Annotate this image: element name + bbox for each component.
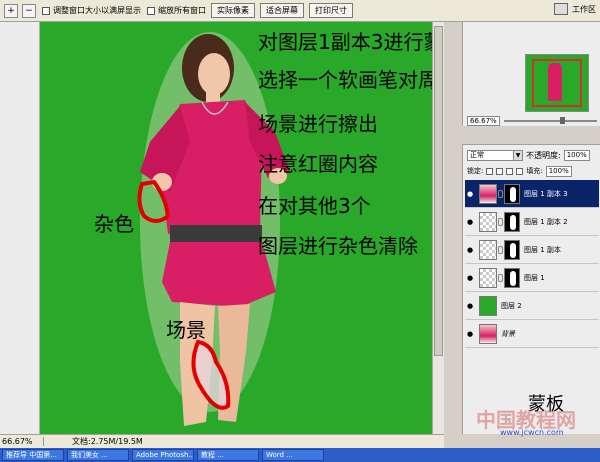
layer-mask-thumbnail[interactable]: [504, 239, 520, 260]
chevron-down-icon[interactable]: ▼: [513, 150, 522, 160]
vertical-scrollbar[interactable]: [432, 22, 444, 434]
zoom-all-windows-label: 缩放所有窗口: [158, 6, 206, 15]
scene-label: 场景: [166, 318, 206, 342]
layer-name[interactable]: 背景: [501, 329, 515, 339]
zoom-slider[interactable]: [503, 116, 597, 124]
navigator-zoom-row: 66.67%: [467, 115, 597, 126]
layer-thumbnail[interactable]: [479, 295, 497, 316]
print-size-button[interactable]: 打印尺寸: [309, 3, 353, 18]
thumbnail-figure: [548, 63, 562, 101]
resize-windows-checkbox[interactable]: 调整窗口大小以满屏显示: [42, 5, 141, 16]
lock-transparency-icon[interactable]: [486, 167, 494, 175]
checkbox-box[interactable]: [42, 6, 50, 15]
layer-mask-thumbnail[interactable]: [504, 211, 520, 232]
taskbar-item[interactable]: 推荐导 中国第...: [2, 449, 64, 461]
layers-blend-row: 正常 ▼ 不透明度: 100%: [467, 149, 599, 161]
workspace-menu[interactable]: 工作区: [572, 4, 596, 15]
layer-thumbnail[interactable]: [479, 183, 497, 204]
resize-windows-label: 调整窗口大小以满屏显示: [53, 6, 141, 15]
actual-pixels-button[interactable]: 实际像素: [211, 3, 255, 18]
eye-icon[interactable]: ●: [465, 302, 475, 310]
layer-name[interactable]: 图层 2: [501, 301, 522, 311]
watermark-url: www.jcwcn.com: [500, 428, 564, 437]
taskbar-item[interactable]: Adobe Photosh...: [132, 449, 194, 461]
lock-all-icon[interactable]: [516, 167, 524, 175]
zoom-all-windows-checkbox[interactable]: 缩放所有窗口: [147, 5, 206, 16]
toolbox: [0, 22, 40, 434]
document-size[interactable]: 文档:2.75M/19.5M: [72, 436, 143, 447]
eye-icon[interactable]: ●: [465, 190, 475, 198]
link-icon[interactable]: [498, 245, 503, 254]
layer-row[interactable]: ● 图层 1 副本 3: [465, 180, 599, 208]
opacity-label: 不透明度:: [526, 150, 561, 160]
layer-thumbnail[interactable]: [479, 239, 497, 260]
layer-mask-thumbnail[interactable]: [504, 183, 520, 204]
navigator-thumbnail[interactable]: [525, 54, 589, 112]
status-zoom[interactable]: 66.67%: [0, 437, 44, 446]
lock-position-icon[interactable]: [506, 167, 514, 175]
layer-thumbnail[interactable]: [479, 323, 497, 344]
layer-mask-thumbnail[interactable]: [504, 267, 520, 288]
status-bar: 66.67% 文档:2.75M/19.5M: [0, 434, 444, 448]
layer-name[interactable]: 图层 1: [524, 273, 545, 283]
blend-mode-value: 正常: [470, 151, 484, 159]
taskbar: 推荐导 中国第... 我们美女 ... Adobe Photosh... 教程 …: [0, 448, 600, 462]
opacity-field[interactable]: 100%: [563, 149, 590, 161]
eye-icon[interactable]: ●: [465, 274, 475, 282]
layer-row[interactable]: ● 背景: [465, 320, 599, 348]
layer-row[interactable]: ● 图层 2: [465, 292, 599, 320]
layer-name[interactable]: 图层 1 副本 2: [524, 217, 568, 227]
navigator-panel: 66.67%: [462, 22, 600, 126]
scrollbar-thumb[interactable]: [434, 26, 443, 356]
fit-screen-button[interactable]: 适合屏幕: [260, 3, 304, 18]
eye-icon[interactable]: ●: [465, 218, 475, 226]
noise-label: 杂色: [94, 212, 134, 236]
lock-pixels-icon[interactable]: [496, 167, 504, 175]
zoom-out-icon[interactable]: −: [22, 3, 36, 18]
options-bar: + − 调整窗口大小以满屏显示 缩放所有窗口 实际像素 适合屏幕 打印尺寸 工作…: [0, 0, 600, 22]
eye-icon[interactable]: ●: [465, 246, 475, 254]
layer-thumbnail[interactable]: [479, 211, 497, 232]
layer-name[interactable]: 图层 1 副本: [524, 245, 561, 255]
palette-well-icon[interactable]: [554, 3, 568, 15]
document-canvas[interactable]: 对图层1副本3进行蒙板 选择一个软画笔对周围的 场景进行擦出 注意红圈内容 在对…: [40, 22, 432, 434]
layers-lock-row: 锁定: 填充: 100%: [467, 165, 599, 177]
checkbox-box[interactable]: [147, 6, 155, 15]
layer-name[interactable]: 图层 1 副本 3: [524, 189, 568, 199]
instruction-line-6: 图层进行杂色清除: [258, 234, 418, 258]
link-icon[interactable]: [498, 189, 503, 198]
taskbar-item[interactable]: 教程 ...: [197, 449, 259, 461]
blend-mode-select[interactable]: 正常 ▼: [467, 149, 523, 161]
fill-field[interactable]: 100%: [545, 165, 572, 177]
taskbar-item[interactable]: Word ...: [262, 449, 324, 461]
instruction-line-2: 选择一个软画笔对周围的: [258, 68, 432, 92]
navigator-zoom-field[interactable]: 66.67%: [467, 115, 500, 126]
instruction-line-1: 对图层1副本3进行蒙板: [258, 30, 432, 54]
fill-label: 填充:: [526, 167, 543, 175]
layer-row[interactable]: ● 图层 1 副本: [465, 236, 599, 264]
instruction-line-5: 在对其他3个: [258, 194, 371, 218]
layer-list: ● 图层 1 副本 3 ● 图层 1 副本 2 ● 图层 1 副本 ● 图层 1: [465, 180, 599, 348]
layer-thumbnail[interactable]: [479, 267, 497, 288]
link-icon[interactable]: [498, 273, 503, 282]
slider-knob[interactable]: [559, 116, 565, 124]
link-icon[interactable]: [498, 217, 503, 226]
taskbar-item[interactable]: 我们美女 ...: [67, 449, 129, 461]
layer-row[interactable]: ● 图层 1 副本 2: [465, 208, 599, 236]
workspace-area: 工作区: [554, 3, 596, 15]
zoom-in-icon[interactable]: +: [4, 3, 18, 18]
eye-icon[interactable]: ●: [465, 330, 475, 338]
belt: [170, 225, 262, 243]
layer-row[interactable]: ● 图层 1: [465, 264, 599, 292]
face: [198, 53, 230, 95]
instruction-line-4: 注意红圈内容: [258, 152, 378, 176]
instruction-line-3: 场景进行擦出: [258, 112, 378, 136]
lock-label: 锁定:: [467, 167, 484, 175]
